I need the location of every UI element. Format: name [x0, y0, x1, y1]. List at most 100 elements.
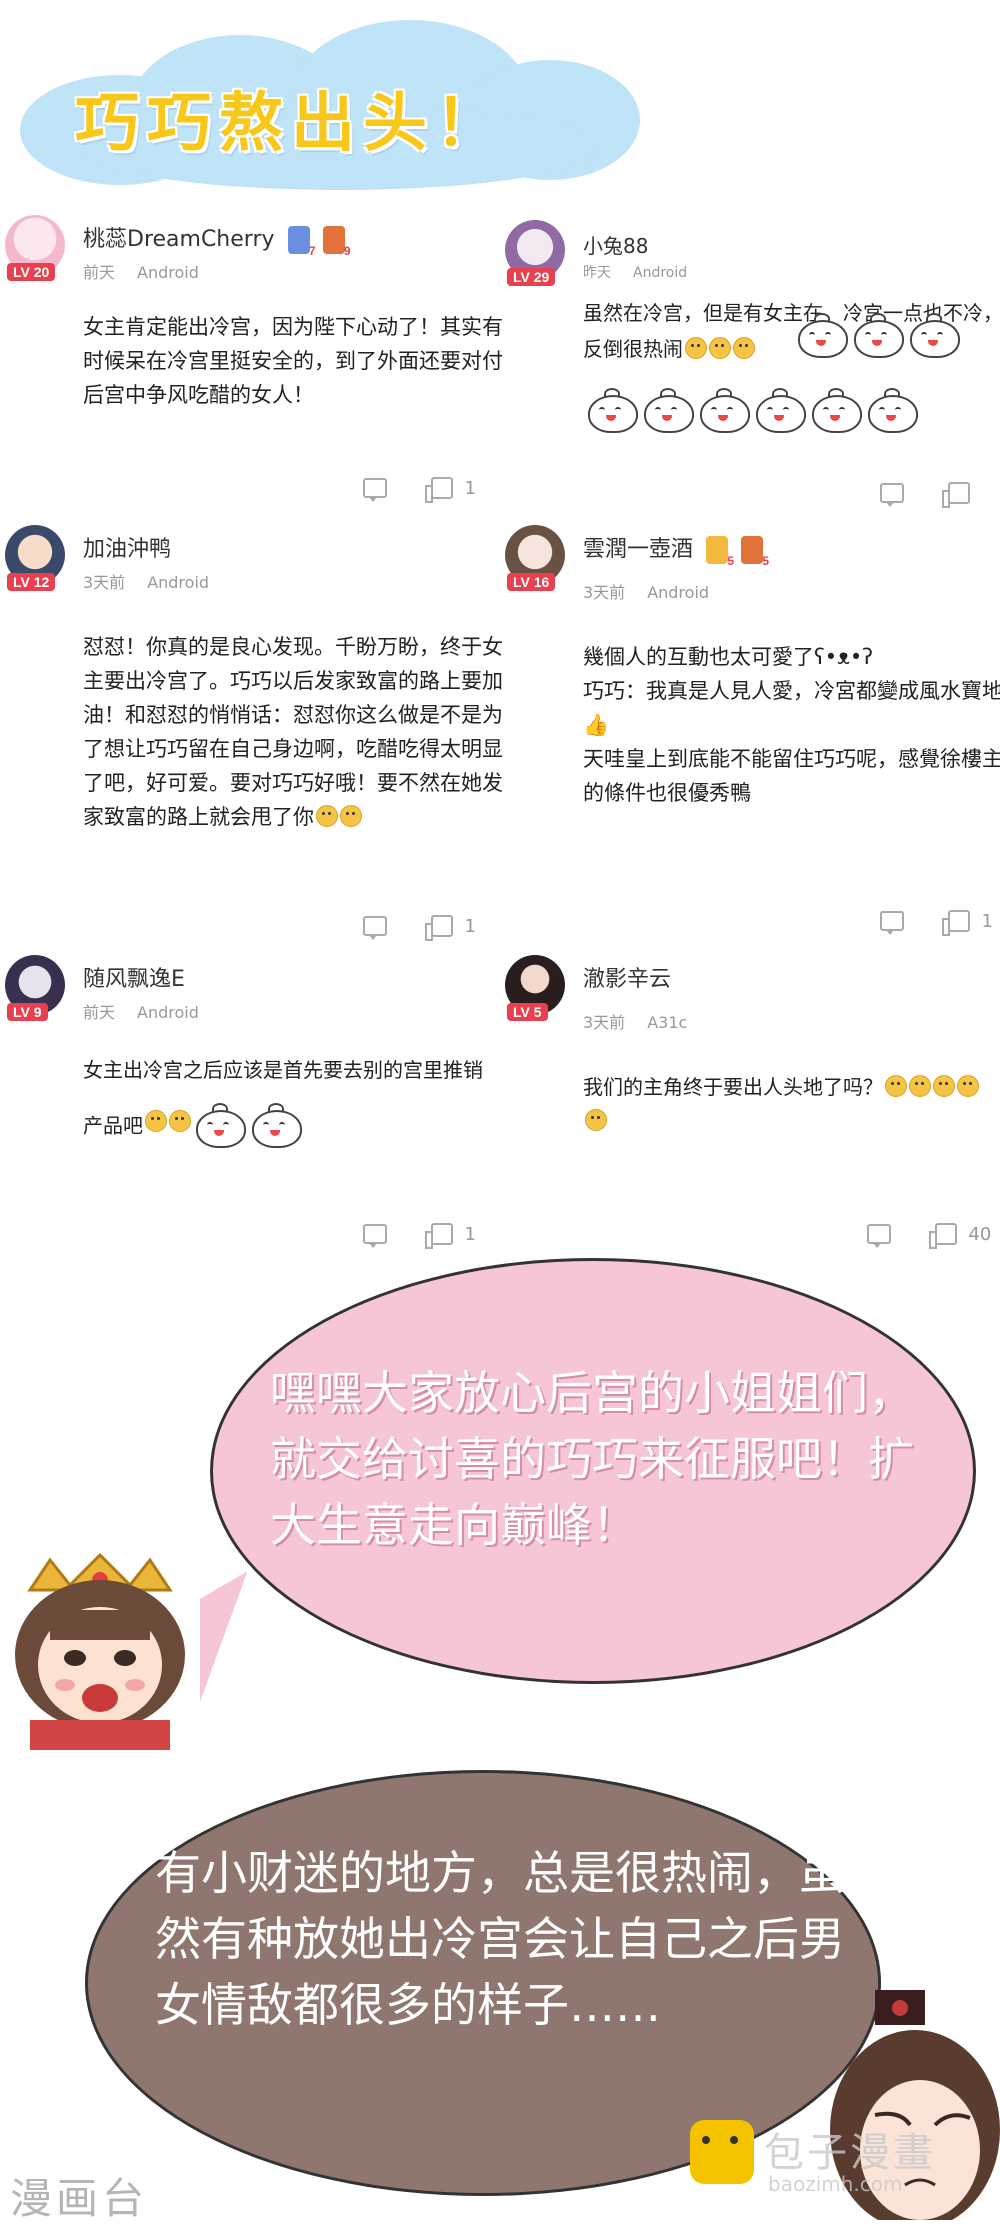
like-icon[interactable] — [424, 915, 453, 941]
bun-sticker-icon — [866, 387, 918, 433]
comment-card: LV 20 桃蕊DreamCherry 7 9 前天 Android 女主肯定能出… — [5, 215, 503, 515]
books-count: 9 — [343, 244, 351, 258]
like-count: 1 — [464, 1223, 476, 1245]
books-count: 5 — [762, 554, 770, 568]
comment-actions: 1 — [880, 910, 993, 936]
level-badge: LV 9 — [7, 1003, 48, 1021]
post-meta: 前天 Android — [83, 259, 199, 283]
comment-text: 幾個人的互動也太可愛了ʕ•ᴥ•ʔ 巧巧：我真是人見人愛，冷宮都變成風水寶地 👍 … — [583, 640, 1000, 810]
post-time: 前天 — [83, 263, 116, 282]
books-icon: 9 — [322, 226, 351, 258]
post-device: Android — [647, 583, 710, 602]
bun-logo-icon — [690, 2120, 754, 2184]
comment-card: LV 16 雲潤一壺酒 5 5 3天前 Android 幾個人的互動也太可愛了ʕ•… — [505, 525, 1000, 945]
like-icon[interactable] — [424, 477, 453, 503]
comment-actions: 1 — [363, 477, 476, 503]
bun-sticker-icon — [754, 387, 806, 433]
comment-card: LV 12 加油沖鸭 3天前 Android 怼怼！你真的是良心发现。千盼万盼，终… — [5, 525, 503, 945]
medal-count: 5 — [727, 554, 735, 568]
post-meta: 3天前 A31c — [583, 1009, 687, 1033]
bun-sticker-icon — [586, 387, 638, 433]
comment-card: LV 9 随风飘逸E 前天 Android 女主出冷宫之后应该是首先要去别的宫里推… — [5, 955, 483, 1255]
level-badge: LV 29 — [507, 268, 556, 286]
emoji-icon — [885, 1075, 907, 1097]
comment-line-text: 产品吧 — [83, 1113, 143, 1138]
comment-line: 产品吧 — [83, 1100, 463, 1148]
thumbs-up-icon: 👍 — [583, 713, 610, 737]
post-device: Android — [137, 263, 199, 282]
post-device: Android — [633, 265, 688, 281]
username[interactable]: 小兔88 — [583, 234, 648, 258]
speech-bubble-text: 有小财迷的地方，总是很热闹，虽然有种放她出冷宫会让自己之后男女情敌都很多的样子…… — [155, 1846, 845, 2032]
reply-icon[interactable] — [363, 478, 387, 502]
comment-line: 天哇皇上到底能不能留住巧巧呢，感覺徐樓主的條件也很優秀鴨 — [583, 747, 1000, 805]
post-device: Android — [147, 573, 210, 592]
reply-icon[interactable] — [867, 1224, 891, 1248]
speech-bubble-text: 嘿嘿大家放心后宫的小姐姐们，就交给讨喜的巧巧来征服吧！扩大生意走向巅峰！ — [270, 1366, 914, 1552]
post-meta: 前天 Android — [83, 999, 199, 1023]
reply-icon[interactable] — [880, 483, 904, 507]
post-meta: 3天前 Android — [583, 579, 709, 603]
emoji-icon — [585, 1109, 607, 1131]
post-time: 前天 — [83, 1003, 116, 1022]
emoji-icon — [169, 1109, 191, 1132]
post-meta: 昨天 Android — [583, 262, 687, 282]
emoji-icon — [145, 1109, 167, 1132]
post-time: 昨天 — [583, 265, 611, 281]
character-girl-crown — [0, 1550, 200, 1750]
bun-sticker-icon — [852, 312, 904, 358]
comment-actions: 1 — [363, 915, 476, 941]
like-icon[interactable] — [928, 1223, 957, 1249]
username[interactable]: 随风飘逸E — [83, 967, 185, 992]
post-device: Android — [137, 1003, 199, 1022]
emoji-icon — [957, 1075, 979, 1097]
like-icon[interactable] — [941, 482, 970, 508]
bun-sticker-icon — [642, 387, 694, 433]
reply-icon[interactable] — [363, 916, 387, 940]
reply-icon[interactable] — [363, 1224, 387, 1248]
comment-text-content: 我们的主角终于要出人头地了吗？ — [583, 1075, 883, 1099]
comment-card: LV 5 澈影辛云 3天前 A31c 我们的主角终于要出人头地了吗？ 40 — [505, 955, 991, 1255]
username[interactable]: 桃蕊DreamCherry — [83, 227, 275, 252]
comment-line: 巧巧：我真是人見人愛，冷宮都變成風水寶地 👍 — [583, 674, 1000, 742]
like-count: 1 — [464, 477, 476, 499]
emoji-icon — [340, 805, 362, 827]
comment-text: 女主出冷宫之后应该是首先要去别的宫里推销 — [83, 1058, 483, 1082]
like-count: 40 — [968, 1223, 992, 1245]
level-badge: LV 5 — [507, 1003, 548, 1021]
post-meta: 3天前 Android — [83, 569, 209, 593]
like-icon[interactable] — [424, 1223, 453, 1249]
username[interactable]: 雲潤一壺酒 — [583, 537, 693, 562]
watermark-right: 包子漫畫 baozimh.com — [690, 2120, 990, 2210]
medal-icon: 5 — [706, 536, 734, 568]
post-time: 3天前 — [583, 1013, 626, 1032]
medal-count: 7 — [308, 244, 316, 258]
emoji-icon — [316, 805, 338, 827]
comment-actions: 40 — [867, 1223, 992, 1249]
bun-sticker-icon — [194, 1102, 246, 1148]
reply-icon[interactable] — [880, 911, 904, 935]
username[interactable]: 澈影辛云 — [583, 967, 671, 992]
watermark-name: 包子漫畫 — [764, 2130, 936, 2176]
username[interactable]: 加油沖鸭 — [83, 537, 171, 562]
emoji-icon — [709, 337, 731, 359]
medal-icon: 7 — [287, 226, 316, 258]
level-badge: LV 12 — [7, 573, 56, 591]
emoji-icon — [933, 1075, 955, 1097]
bun-sticker-icon — [250, 1102, 302, 1148]
bun-sticker-icon — [908, 312, 960, 358]
comment-card: LV 29 小兔88 昨天 Android 虽然在冷宫，但是有女主在，冷宫一点也不… — [505, 220, 1000, 520]
level-badge: LV 16 — [507, 573, 556, 591]
level-badge: LV 20 — [7, 263, 56, 281]
comment-line-text: 巧巧：我真是人見人愛，冷宮都變成風水寶地 — [583, 679, 1000, 703]
sticker-row — [583, 385, 963, 433]
comment-text: 怼怼！你真的是良心发现。千盼万盼，终于女主要出冷宫了。巧巧以后发家致富的路上要加… — [83, 630, 503, 834]
post-time: 3天前 — [583, 583, 626, 602]
sticker-row — [793, 310, 973, 358]
emoji-icon — [909, 1075, 931, 1097]
like-count: 1 — [464, 915, 476, 937]
emoji-icon — [733, 337, 755, 359]
like-icon[interactable] — [941, 910, 970, 936]
bun-sticker-icon — [698, 387, 750, 433]
like-count: 1 — [981, 910, 993, 932]
